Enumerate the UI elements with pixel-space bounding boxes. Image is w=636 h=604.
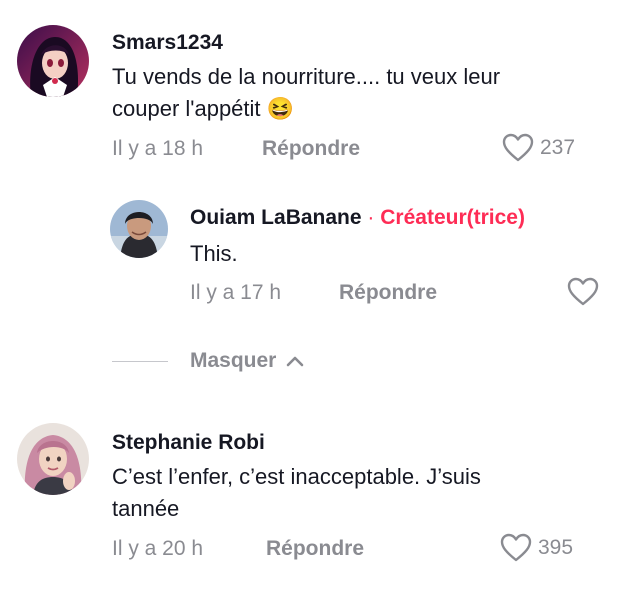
- chevron-up-icon: [286, 349, 304, 373]
- avatar[interactable]: [17, 25, 89, 97]
- comment-text-line: C’est l’enfer, c’est inacceptable. J’sui…: [112, 464, 481, 489]
- comment-timestamp: Il y a 20 h: [112, 537, 204, 560]
- comment-text: C’est l’enfer, c’est inacceptable. J’sui…: [112, 461, 592, 525]
- reply-button[interactable]: Répondre: [266, 537, 364, 561]
- comment-text-line: Tu vends de la nourriture.... tu veux le…: [112, 64, 501, 89]
- reply-button[interactable]: Répondre: [262, 137, 360, 161]
- avatar[interactable]: [110, 200, 168, 258]
- reply-button[interactable]: Répondre: [339, 281, 437, 305]
- creator-badge: Créateur(trice): [380, 206, 525, 229]
- like-button[interactable]: [567, 277, 599, 307]
- reply-timestamp: Il y a 17 h: [190, 281, 282, 304]
- comment-text-segment: couper l'appétit: [112, 96, 261, 121]
- heart-icon: [500, 533, 532, 563]
- comment-username[interactable]: Smars1234: [112, 31, 223, 55]
- heart-icon: [567, 277, 599, 307]
- avatar[interactable]: [17, 423, 89, 495]
- comment-timestamp: Il y a 18 h: [112, 137, 204, 160]
- comment-text-line: tannée: [112, 496, 180, 521]
- comment-text: Tu vends de la nourriture.... tu veux le…: [112, 61, 592, 125]
- like-button[interactable]: 237: [502, 133, 575, 163]
- comment-text-line: couper l'appétit 😆: [112, 93, 592, 125]
- comment-username[interactable]: Stephanie Robi: [112, 431, 265, 455]
- hide-replies-label: Masquer: [190, 349, 277, 372]
- heart-icon: [502, 133, 534, 163]
- like-button[interactable]: 395: [500, 533, 573, 563]
- like-count: 395: [538, 536, 574, 559]
- separator-dot: ·: [367, 206, 375, 229]
- hide-replies-button[interactable]: Masquer: [190, 349, 304, 373]
- divider: [112, 361, 168, 362]
- reply-username[interactable]: Ouiam LaBanane · Créateur(trice): [190, 206, 525, 230]
- reply-username-label: Ouiam LaBanane: [190, 206, 362, 229]
- like-count: 237: [540, 136, 576, 159]
- laughing-emoji-icon: 😆: [266, 96, 295, 121]
- reply-text: This.: [190, 241, 238, 266]
